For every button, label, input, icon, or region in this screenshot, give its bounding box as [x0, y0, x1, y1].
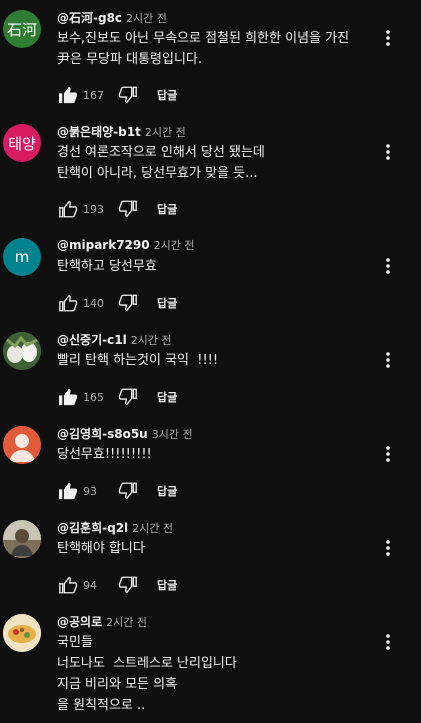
- like-count: 193: [83, 202, 104, 216]
- comment-text: 빨리 탄핵 하는것이 국익 !!!!: [57, 350, 218, 371]
- dislike-icon[interactable]: [117, 293, 139, 313]
- like-icon[interactable]: [57, 481, 79, 501]
- comment-line: 국민들: [57, 635, 93, 650]
- comment-header: @붉은태양-b1t 2시간 전: [57, 123, 186, 140]
- like-icon[interactable]: [57, 387, 79, 407]
- avatar[interactable]: [3, 520, 41, 558]
- more-options-icon[interactable]: [380, 142, 396, 162]
- comment-line: 당선무효!!!!!!!!!: [57, 447, 152, 462]
- comment-line: 탄핵해야 합니다: [57, 541, 145, 556]
- comment-time[interactable]: 2시간 전: [145, 126, 186, 139]
- comment-line: 보수,진보도 아닌 무속으로 점철된 희한한 이념을 가진: [57, 31, 350, 46]
- comment-header: @石河-g8c 2시간 전: [57, 9, 167, 26]
- like-icon[interactable]: [57, 85, 79, 105]
- comment-actions: 93 답글: [57, 481, 177, 501]
- comment-actions: 165 답글: [57, 387, 177, 407]
- comment-text: 보수,진보도 아닌 무속으로 점철된 희한한 이념을 가진 尹은 무당파 대통령입…: [57, 28, 349, 70]
- comment-header: @김영희-s8o5u 3시간 전: [57, 425, 193, 442]
- comment-line: 을 원칙적으로 ..: [57, 698, 146, 713]
- dislike-icon[interactable]: [117, 575, 139, 595]
- dislike-icon[interactable]: [117, 481, 139, 501]
- like-count: 167: [83, 88, 104, 102]
- avatar-initials: 태양: [8, 134, 36, 153]
- comment-text: 국민들너도나도 스트레스로 난리입니다지금 비리와 모든 의혹을 원칙적으로 .…: [57, 632, 237, 716]
- more-options-icon[interactable]: [380, 350, 396, 370]
- comment-header: @공의로 2시간 전: [57, 613, 147, 630]
- like-icon[interactable]: [57, 199, 79, 219]
- comment-time[interactable]: 2시간 전: [154, 239, 195, 252]
- comment-text: 탄핵해야 합니다: [57, 538, 145, 559]
- like-count: 93: [83, 484, 97, 498]
- comment-header: @김훈희-q2l 2시간 전: [57, 519, 173, 536]
- more-options-icon[interactable]: [380, 632, 396, 652]
- comment-line: 탄핵하고 당선무효: [57, 259, 157, 274]
- comment-text: 경선 여론조작으로 인해서 당선 됐는데탄핵이 아니라, 당선무효가 맞을 듯.…: [57, 142, 265, 184]
- avatar[interactable]: [3, 426, 41, 464]
- comment-text: 당선무효!!!!!!!!!: [57, 444, 152, 465]
- comment-item: @신중기-c1l 2시간 전빨리 탄핵 하는것이 국익 !!!! 165 답글: [0, 332, 421, 432]
- reply-button[interactable]: 답글: [157, 295, 177, 311]
- comment-line: 尹은 무당파 대통령입니다.: [57, 52, 202, 67]
- comment-item: 石河 @石河-g8c 2시간 전보수,진보도 아닌 무속으로 점철된 희한한 이념을…: [0, 10, 421, 110]
- dislike-icon[interactable]: [117, 387, 139, 407]
- comment-item: @김훈희-q2l 2시간 전탄핵해야 합니다 94 답글: [0, 520, 421, 620]
- avatar[interactable]: [3, 332, 41, 370]
- dislike-icon[interactable]: [117, 85, 139, 105]
- comment-author[interactable]: @붉은태양-b1t: [57, 125, 141, 139]
- comment-text: 탄핵하고 당선무효: [57, 256, 157, 277]
- comment-author[interactable]: @mipark7290: [57, 238, 150, 252]
- comment-author[interactable]: @石河-g8c: [57, 11, 122, 25]
- comment-author[interactable]: @김영희-s8o5u: [57, 427, 148, 441]
- more-options-icon[interactable]: [380, 444, 396, 464]
- comment-time[interactable]: 2시간 전: [131, 334, 172, 347]
- comment-author[interactable]: @공의로: [57, 615, 102, 629]
- comment-item: m @mipark7290 2시간 전탄핵하고 당선무효 140 답글: [0, 238, 421, 338]
- avatar-initials: m: [14, 248, 30, 266]
- avatar[interactable]: [3, 614, 41, 652]
- more-options-icon[interactable]: [380, 28, 396, 48]
- comment-actions: 167 답글: [57, 85, 177, 105]
- avatar[interactable]: m: [3, 238, 41, 276]
- like-count: 165: [83, 390, 104, 404]
- comment-actions: 193 답글: [57, 199, 177, 219]
- avatar[interactable]: 石河: [3, 10, 41, 48]
- comment-author[interactable]: @김훈희-q2l: [57, 521, 128, 535]
- comment-header: @신중기-c1l 2시간 전: [57, 331, 172, 348]
- comment-actions: 140 답글: [57, 293, 177, 313]
- comment-time[interactable]: 2시간 전: [106, 616, 147, 629]
- comment-line: 빨리 탄핵 하는것이 국익 !!!!: [57, 353, 219, 368]
- like-icon[interactable]: [57, 575, 79, 595]
- like-count: 140: [83, 296, 104, 310]
- more-options-icon[interactable]: [380, 256, 396, 276]
- comment-item: @김영희-s8o5u 3시간 전 당선무효!!!!!!!!! 93 답글: [0, 426, 421, 526]
- avatar-initials: 石河: [6, 20, 37, 39]
- comment-header: @mipark7290 2시간 전: [57, 237, 194, 253]
- comment-time[interactable]: 2시간 전: [132, 522, 173, 535]
- comment-item: 태양 @붉은태양-b1t 2시간 전경선 여론조작으로 인해서 당선 됐는데탄핵이 …: [0, 124, 421, 224]
- comment-author[interactable]: @신중기-c1l: [57, 333, 127, 347]
- like-count: 94: [83, 578, 97, 592]
- dislike-icon[interactable]: [117, 199, 139, 219]
- comment-line: 경선 여론조작으로 인해서 당선 됐는데: [57, 145, 265, 160]
- reply-button[interactable]: 답글: [157, 577, 177, 593]
- comment-actions: 94 답글: [57, 575, 177, 595]
- comment-line: 지금 비리와 모든 의혹: [57, 677, 178, 692]
- comment-line: 너도나도 스트레스로 난리입니다: [57, 656, 237, 671]
- reply-button[interactable]: 답글: [157, 201, 177, 217]
- comment-time[interactable]: 2시간 전: [126, 12, 167, 25]
- more-options-icon[interactable]: [380, 538, 396, 558]
- comment-line: 탄핵이 아니라, 당선무효가 맞을 듯...: [57, 166, 258, 181]
- avatar[interactable]: 태양: [3, 124, 41, 162]
- like-icon[interactable]: [57, 293, 79, 313]
- comment-item: @공의로 2시간 전국민들너도나도 스트레스로 난리입니다지금 비리와 모든 의혹…: [0, 614, 421, 714]
- comment-time[interactable]: 3시간 전: [152, 428, 193, 441]
- reply-button[interactable]: 답글: [157, 389, 177, 405]
- reply-button[interactable]: 답글: [157, 87, 177, 103]
- reply-button[interactable]: 답글: [157, 483, 177, 499]
